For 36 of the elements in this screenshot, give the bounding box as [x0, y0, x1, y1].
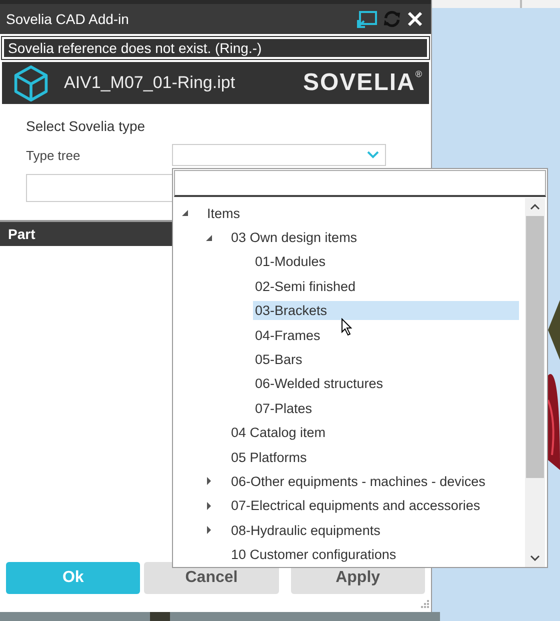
collapsed-triangle-icon[interactable] [205, 477, 213, 486]
error-message: Sovelia reference does not exist. (Ring.-) [2, 37, 429, 59]
expanded-triangle-icon[interactable] [205, 234, 213, 242]
tree-item[interactable]: 07-Plates [253, 398, 314, 418]
logo: SOVELIA$^{®}$ [303, 69, 423, 97]
section-heading: Select Sovelia type [26, 118, 146, 134]
tree-item[interactable]: 03 Own design items [229, 228, 360, 248]
collapsed-triangle-icon[interactable] [205, 526, 213, 534]
tree-item[interactable]: 04 Catalog item [229, 423, 328, 442]
mouse-pointer-icon [341, 318, 353, 336]
expanded-triangle-icon[interactable] [181, 209, 189, 218]
field-label: Type tree [26, 148, 82, 162]
window-title: Sovelia CAD Add-in [6, 11, 129, 27]
tree-item[interactable]: 04-Frames [253, 326, 322, 345]
close-icon[interactable] [407, 11, 423, 27]
tree-item[interactable]: 10 Customer configurations [229, 545, 398, 564]
tree-item[interactable]: 05-Bars [253, 350, 304, 370]
chevron-up-icon[interactable] [530, 204, 540, 210]
cube-icon [12, 64, 50, 102]
tree-item[interactable]: 01-Modules [253, 252, 328, 272]
tree-item[interactable]: Items [205, 204, 242, 223]
file-name: AIV1_M07_01-Ring.ipt [64, 73, 236, 93]
chevron-down-icon[interactable] [530, 555, 540, 561]
tree-item[interactable]: 07-Electrical equipments and accessories [229, 496, 482, 516]
tree-item[interactable]: 03-Brackets [253, 301, 519, 320]
scrollbar[interactable] [525, 198, 545, 567]
search-field[interactable] [174, 170, 546, 197]
resize-grip-icon[interactable] [419, 600, 429, 610]
chevron-down-icon [367, 151, 379, 159]
tree-item[interactable]: 08-Hydraulic equipments [229, 520, 382, 540]
collapsed-triangle-icon[interactable] [205, 502, 213, 510]
screen-cast-icon[interactable] [357, 10, 377, 28]
tree-item[interactable]: 06-Welded structures [253, 374, 386, 394]
tree-item[interactable]: 02-Semi finished [253, 276, 358, 296]
tree-item[interactable]: 05 Platforms [229, 448, 309, 467]
tree-item[interactable]: 06-Other equipments - machines - devices [229, 472, 488, 491]
